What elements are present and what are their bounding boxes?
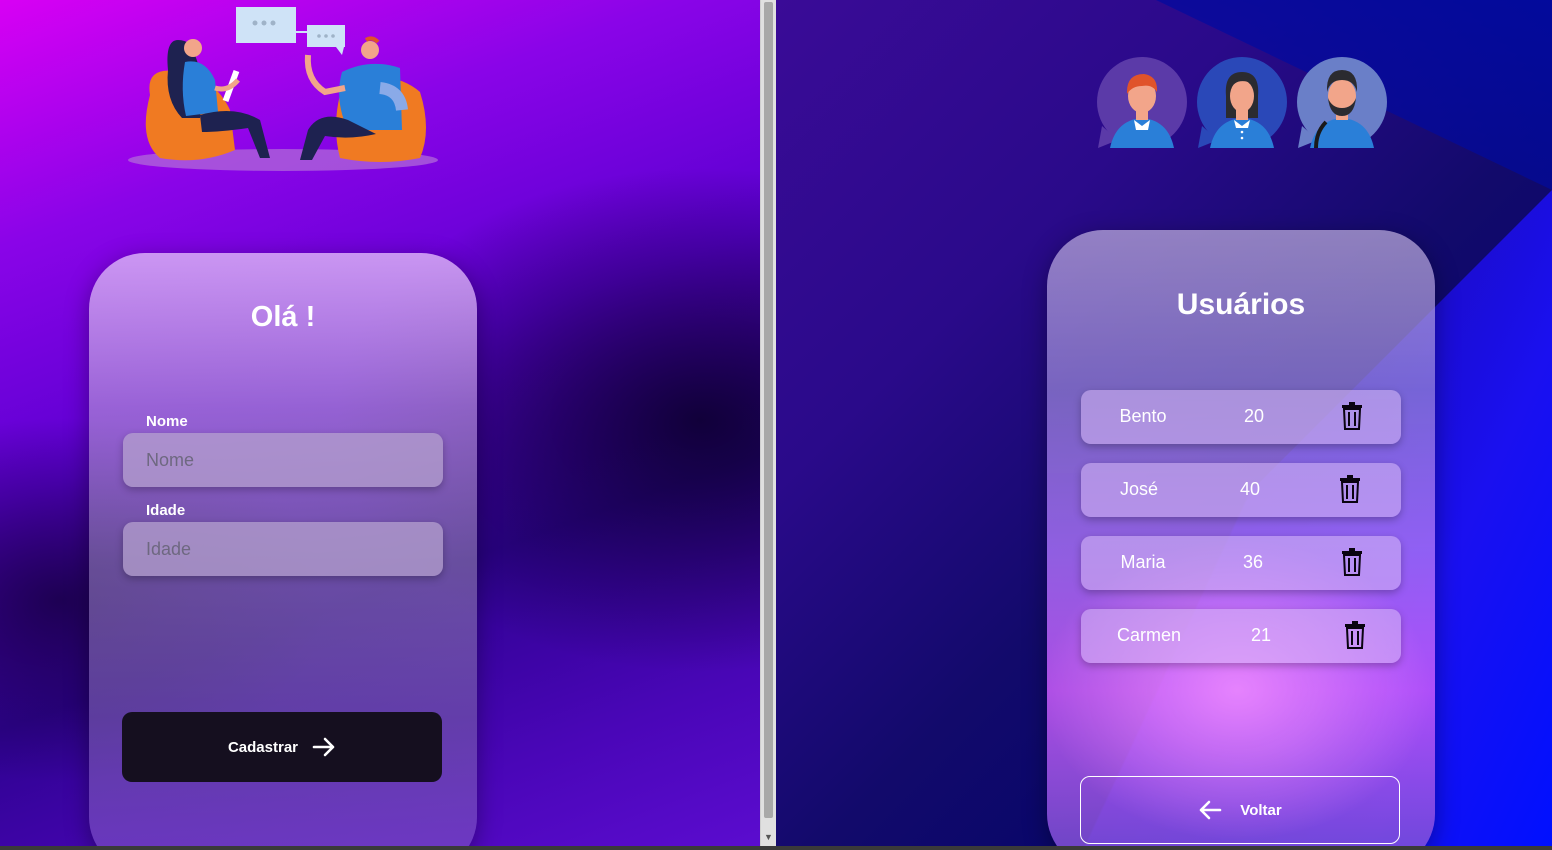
users-pane: Usuários Bento 20 José 40 Maria 36 Carme… (776, 0, 1552, 846)
trash-icon[interactable] (1341, 548, 1363, 576)
user-age: 40 (1239, 479, 1261, 499)
user-name: Carmen (1116, 625, 1182, 645)
age-input[interactable] (123, 522, 443, 576)
users-card: Usuários Bento 20 José 40 Maria 36 Carme… (1047, 230, 1435, 846)
scrollbar-thumb[interactable] (764, 2, 773, 818)
arrow-left-icon (1199, 800, 1222, 820)
user-avatars (1096, 56, 1388, 148)
trash-icon[interactable] (1339, 475, 1361, 503)
name-input[interactable] (123, 433, 443, 487)
register-button-label: Cadastrar (227, 738, 299, 756)
window-bottom-edge (0, 846, 1552, 850)
back-button[interactable]: Voltar (1080, 776, 1400, 844)
user-age: 36 (1242, 552, 1264, 572)
user-row: José 40 (1081, 463, 1401, 517)
back-button-label: Voltar (1240, 801, 1282, 819)
user-age: 21 (1250, 625, 1272, 645)
user-row: Maria 36 (1081, 536, 1401, 590)
user-row: Carmen 21 (1081, 609, 1401, 663)
register-pane: Olá ! Nome Idade Cadastrar (0, 0, 760, 846)
age-label: Idade (146, 502, 186, 519)
user-age: 20 (1243, 406, 1265, 426)
trash-icon[interactable] (1341, 402, 1363, 430)
user-name: José (1119, 479, 1159, 499)
user-row: Bento 20 (1081, 390, 1401, 444)
register-card: Olá ! Nome Idade Cadastrar (89, 253, 477, 846)
scroll-down-arrow-icon[interactable]: ▼ (764, 833, 773, 842)
avatar-man-icon (1097, 57, 1187, 148)
name-label: Nome (146, 413, 188, 430)
user-name: Bento (1119, 406, 1167, 426)
avatar-woman-icon (1197, 57, 1287, 148)
users-title: Usuários (1176, 288, 1306, 321)
window-scrollbar[interactable]: ▼ (760, 0, 777, 846)
register-button[interactable]: Cadastrar (122, 712, 442, 782)
arrow-right-icon (312, 737, 335, 757)
avatar-bearded-man-icon (1297, 57, 1387, 148)
user-name: Maria (1120, 552, 1166, 572)
register-title: Olá ! (250, 301, 316, 333)
conversation-illustration (128, 7, 438, 171)
trash-icon[interactable] (1344, 621, 1366, 649)
